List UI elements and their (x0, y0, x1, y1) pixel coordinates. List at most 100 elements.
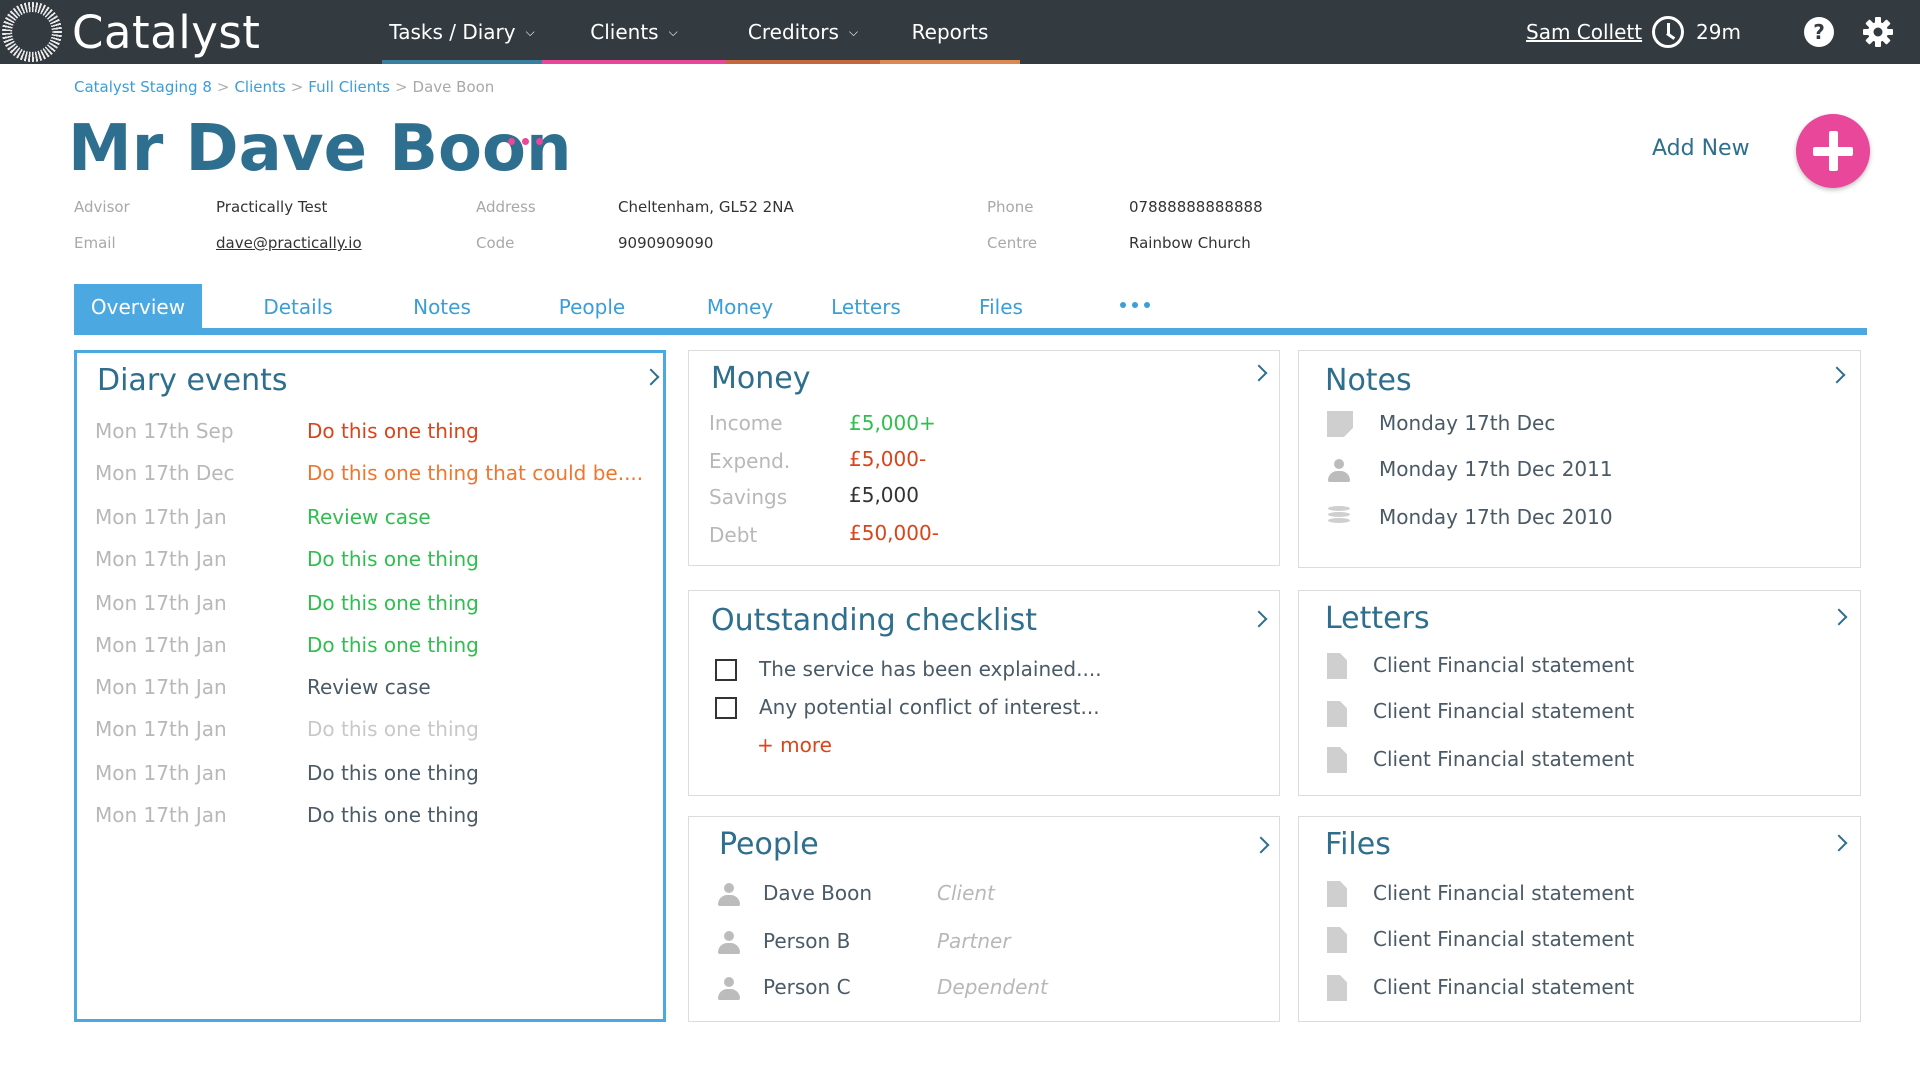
diary-event-text[interactable]: Do this one thing that could be.... (307, 461, 643, 485)
people-card[interactable]: People Dave Boon Client Person B Partner… (688, 816, 1280, 1022)
checklist-item[interactable]: The service has been explained.... (759, 657, 1102, 681)
nav-underline-active (542, 60, 726, 64)
tab-notes[interactable]: Notes (388, 284, 496, 330)
help-icon[interactable]: ? (1804, 17, 1834, 47)
breadcrumb-separator: > (394, 78, 408, 96)
diary-event-text[interactable]: Do this one thing (307, 591, 479, 615)
checklist-title: Outstanding checklist (711, 603, 1038, 638)
checklist-more-link[interactable]: + more (757, 733, 832, 757)
letter-item[interactable]: Client Financial statement (1373, 747, 1634, 771)
checklist-item[interactable]: Any potential conflict of interest... (759, 695, 1100, 719)
breadcrumb-link[interactable]: Catalyst Staging 8 (74, 78, 212, 96)
diary-events-card[interactable]: Diary events Mon 17th Sep Do this one th… (74, 350, 666, 1022)
nav-tasks-diary[interactable]: Tasks / Diary ⌵ (382, 0, 542, 64)
money-row-value: £50,000- (849, 521, 939, 545)
more-options-icon[interactable] (508, 138, 543, 145)
file-item[interactable]: Client Financial statement (1373, 927, 1634, 951)
letter-item[interactable]: Client Financial statement (1373, 653, 1634, 677)
diary-event-text[interactable]: Do this one thing (307, 419, 479, 443)
files-card[interactable]: Files Client Financial statement Client … (1298, 816, 1861, 1022)
money-row-value: £5,000- (849, 447, 927, 471)
chevron-right-icon[interactable] (1252, 836, 1270, 854)
note-icon (1327, 411, 1353, 437)
tabs-more-icon[interactable] (1120, 302, 1150, 308)
money-row-value: £5,000 (849, 483, 919, 507)
person-name[interactable]: Dave Boon (763, 881, 872, 905)
file-item[interactable]: Client Financial statement (1373, 881, 1634, 905)
person-icon (717, 883, 741, 907)
money-row-label: Debt (709, 523, 758, 547)
notes-card[interactable]: Notes Monday 17th Dec Monday 17th Dec 20… (1298, 350, 1861, 568)
tab-people[interactable]: People (536, 284, 648, 330)
advisor-label: Advisor (74, 198, 130, 216)
people-title: People (719, 827, 819, 862)
nav-clients[interactable]: Clients ⌵ (542, 0, 726, 64)
tab-overview[interactable]: Overview (74, 284, 202, 330)
checklist-checkbox[interactable] (715, 659, 737, 681)
nav-reports[interactable]: Reports (880, 0, 1020, 64)
chevron-right-icon[interactable] (642, 368, 660, 386)
money-row-value: £5,000+ (849, 411, 936, 435)
add-new-label[interactable]: Add New (1652, 136, 1750, 161)
chevron-right-icon[interactable] (1830, 834, 1848, 852)
diary-event-text[interactable]: Do this one thing (307, 633, 479, 657)
chevron-right-icon[interactable] (1250, 364, 1268, 382)
advisor-value: Practically Test (216, 198, 328, 216)
breadcrumb-separator: > (216, 78, 230, 96)
money-row-label: Savings (709, 485, 788, 509)
outstanding-checklist-card[interactable]: Outstanding checklist The service has be… (688, 590, 1280, 796)
diary-event-date: Mon 17th Jan (95, 505, 227, 529)
diary-event-text[interactable]: Do this one thing (307, 761, 479, 785)
nav-creditors[interactable]: Creditors ⌵ (726, 0, 880, 64)
tab-letters[interactable]: Letters (816, 284, 916, 330)
diary-event-date: Mon 17th Jan (95, 675, 227, 699)
diary-event-text[interactable]: Do this one thing (307, 717, 479, 741)
note-item[interactable]: Monday 17th Dec 2011 (1379, 457, 1613, 481)
file-item[interactable]: Client Financial statement (1373, 975, 1634, 999)
diary-event-text[interactable]: Do this one thing (307, 803, 479, 827)
add-new-button[interactable] (1796, 114, 1870, 188)
breadcrumb-link[interactable]: Full Clients (308, 78, 390, 96)
tab-money[interactable]: Money (686, 284, 794, 330)
tab-details[interactable]: Details (240, 284, 356, 330)
money-row-label: Income (709, 411, 783, 435)
gear-icon[interactable] (1862, 16, 1894, 48)
money-card[interactable]: Money Income £5,000+ Expend. £5,000- Sav… (688, 350, 1280, 566)
letter-item[interactable]: Client Financial statement (1373, 699, 1634, 723)
letters-card[interactable]: Letters Client Financial statement Clien… (1298, 590, 1861, 796)
chevron-right-icon[interactable] (1830, 608, 1848, 626)
diary-event-text[interactable]: Review case (307, 505, 431, 529)
note-item[interactable]: Monday 17th Dec (1379, 411, 1555, 435)
diary-event-date: Mon 17th Sep (95, 419, 234, 443)
centre-value: Rainbow Church (1129, 234, 1251, 252)
phone-label: Phone (987, 198, 1034, 216)
document-icon (1327, 653, 1347, 679)
diary-event-date: Mon 17th Jan (95, 761, 227, 785)
page-title: Mr Dave Boon (68, 112, 572, 186)
user-name-link[interactable]: Sam Collett (1526, 20, 1642, 44)
email-link[interactable]: dave@practically.io (216, 234, 362, 252)
person-name[interactable]: Person B (763, 929, 850, 953)
document-icon (1327, 975, 1347, 1001)
breadcrumb: Catalyst Staging 8 > Clients > Full Clients >… (74, 78, 494, 96)
tab-files[interactable]: Files (960, 284, 1042, 330)
document-icon (1327, 701, 1347, 727)
checklist-checkbox[interactable] (715, 697, 737, 719)
nav-reports-label: Reports (911, 20, 989, 44)
person-icon (717, 977, 741, 1001)
diary-event-date: Mon 17th Jan (95, 591, 227, 615)
diary-event-date: Mon 17th Jan (95, 717, 227, 741)
chevron-right-icon[interactable] (1828, 366, 1846, 384)
chevron-right-icon[interactable] (1250, 610, 1268, 628)
diary-event-date: Mon 17th Jan (95, 633, 227, 657)
diary-event-text[interactable]: Do this one thing (307, 547, 479, 571)
diary-event-text[interactable]: Review case (307, 675, 431, 699)
nav-creditors-label: Creditors (747, 20, 839, 44)
top-nav-bar: Catalyst Tasks / Diary ⌵ Clients ⌵ Credi… (0, 0, 1920, 64)
code-label: Code (476, 234, 515, 252)
letters-title: Letters (1325, 601, 1430, 636)
person-name[interactable]: Person C (763, 975, 851, 999)
note-item[interactable]: Monday 17th Dec 2010 (1379, 505, 1613, 529)
breadcrumb-link[interactable]: Clients (234, 78, 285, 96)
money-row-label: Expend. (709, 449, 791, 473)
